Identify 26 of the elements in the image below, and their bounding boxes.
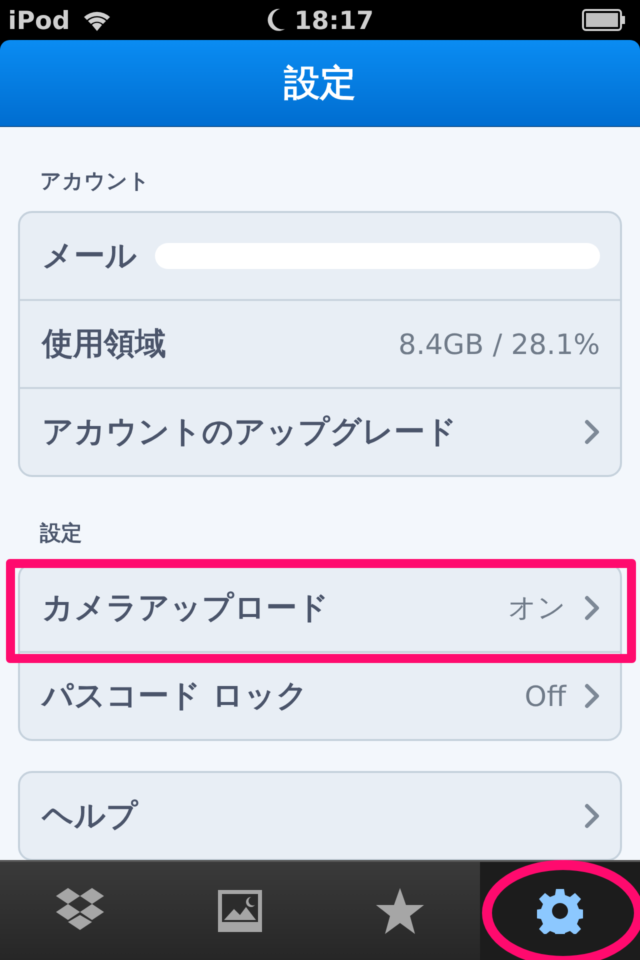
settings-row[interactable]: パスコード ロック Off [20,653,620,739]
row-value: Off [524,680,566,712]
settings-row[interactable]: ヘルプ [20,773,620,859]
gear-icon [537,888,583,934]
row-label: カメラアップロード [42,589,329,628]
wifi-icon [82,9,112,31]
row-label: アカウントのアップグレード [42,413,457,452]
section-header: 設定 [38,520,83,547]
settings-row[interactable]: 使用領域 8.4GB / 28.1% [20,301,620,387]
row-label: パスコード ロック [42,677,308,716]
moon-icon [266,8,286,32]
star-icon [375,887,425,935]
row-label: メール [42,237,137,276]
section-header: アカウント [39,168,151,195]
clock-time: 18:17 [294,6,374,34]
row-value: オン [508,590,566,626]
settings-row[interactable]: カメラアップロード オン [20,565,620,651]
carrier-label: iPod [8,6,70,34]
screen-title: 設定 [284,62,356,106]
settings-row[interactable]: アカウントのアップグレード [20,389,620,475]
row-value: 8.4GB / 28.1% [398,328,600,360]
settings-row[interactable]: メール [20,213,620,299]
row-label: ヘルプ [42,797,138,836]
row-label: 使用領域 [42,325,166,364]
photo-icon [217,889,263,933]
battery-icon [582,9,626,31]
